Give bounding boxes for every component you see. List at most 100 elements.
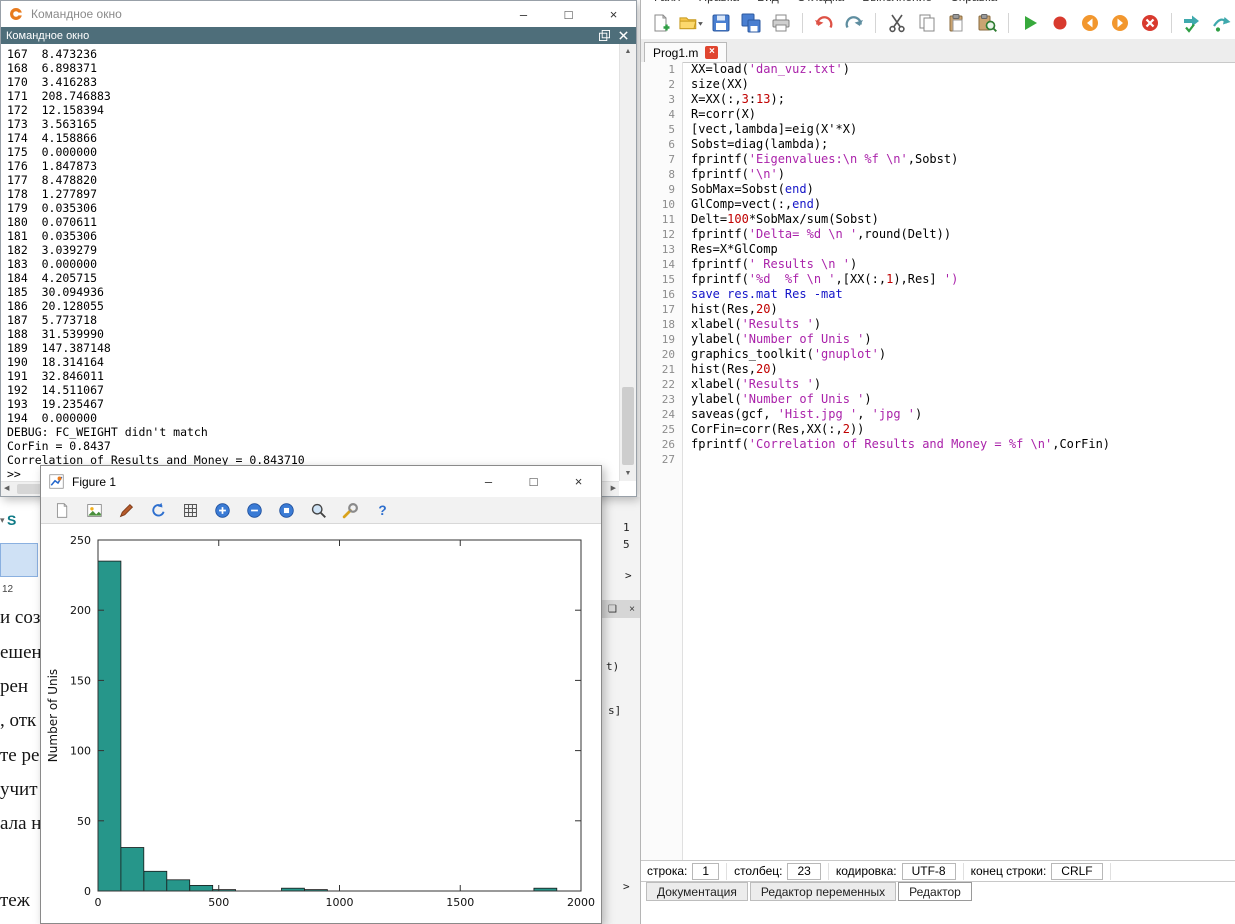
copy-icon[interactable] <box>915 11 939 35</box>
command-window-titlebar[interactable]: Командное окно – □ × <box>1 1 636 27</box>
command-window-dock-titlebar[interactable]: Командное окно <box>1 27 636 44</box>
code-line[interactable]: 8fprintf('\n') <box>641 167 1235 182</box>
minimize-button[interactable]: – <box>466 474 511 489</box>
fig-pen-icon[interactable] <box>114 498 138 522</box>
redo-icon[interactable] <box>842 11 866 35</box>
tab-prog1m[interactable]: Prog1.m × <box>644 42 727 62</box>
figure-canvas[interactable]: 0500100015002000050100150200250Number of… <box>41 524 601 923</box>
code-line[interactable]: 6Sobst=diag(lambda); <box>641 137 1235 152</box>
dropdown-caret-icon: ▾ <box>0 515 5 526</box>
tab-editor[interactable]: Редактор <box>898 882 972 901</box>
menu-file[interactable]: Файл <box>651 0 681 4</box>
save-all-icon[interactable] <box>739 11 763 35</box>
code-line[interactable]: 15fprintf('%d %f \n ',[XX(:,1),Res] ') <box>641 272 1235 287</box>
fig-image-icon[interactable] <box>82 498 106 522</box>
menu-debug[interactable]: Отладка <box>797 0 844 4</box>
tab-variable-editor[interactable]: Редактор переменных <box>750 882 896 901</box>
breakpoint-prev-icon[interactable] <box>1078 11 1102 35</box>
code-line[interactable]: 5[vect,lambda]=eig(X'*X) <box>641 122 1235 137</box>
scroll-down-icon[interactable]: ▼ <box>620 467 636 480</box>
step-in-icon[interactable] <box>1181 11 1205 35</box>
code-line[interactable]: 11Delt=100*SobMax/sum(Sobst) <box>641 212 1235 227</box>
step-over-icon[interactable] <box>1211 11 1235 35</box>
scroll-left-icon[interactable]: ◀ <box>4 482 9 496</box>
code-line[interactable]: 20graphics_toolkit('gnuplot') <box>641 347 1235 362</box>
fig-grid-icon[interactable] <box>178 498 202 522</box>
code-line[interactable]: 2size(XX) <box>641 77 1235 92</box>
print-icon[interactable] <box>769 11 793 35</box>
fig-zoom-in-icon[interactable] <box>210 498 234 522</box>
code-line[interactable]: 21hist(Res,20) <box>641 362 1235 377</box>
line-number: 27 <box>641 452 683 467</box>
menu-edit[interactable]: Правка <box>699 0 740 4</box>
fig-zoom-out-icon[interactable] <box>242 498 266 522</box>
tab-close-icon[interactable]: × <box>705 46 718 59</box>
scroll-right-icon[interactable]: ▶ <box>611 482 616 496</box>
code-line[interactable]: 9SobMax=Sobst(end) <box>641 182 1235 197</box>
code-line[interactable]: 25CorFin=corr(Res,XX(:,2)) <box>641 422 1235 437</box>
code-line[interactable]: 14fprintf(' Results \n ') <box>641 257 1235 272</box>
line-number: 19 <box>641 332 683 347</box>
output-line: 192 14.511067 <box>7 383 619 397</box>
fig-new-icon[interactable] <box>50 498 74 522</box>
scroll-up-icon[interactable]: ▲ <box>620 45 636 58</box>
code-line[interactable]: 12fprintf('Delta= %d \n ',round(Delt)) <box>641 227 1235 242</box>
code-line[interactable]: 13Res=X*GlComp <box>641 242 1235 257</box>
line-number: 4 <box>641 107 683 122</box>
fig-magnify-icon[interactable] <box>306 498 330 522</box>
menu-help[interactable]: Справка <box>950 0 997 4</box>
command-output[interactable]: 167 8.473236168 6.898371170 3.416283171 … <box>1 44 619 481</box>
background-style-letter: S <box>7 512 16 528</box>
code-line[interactable]: 4R=corr(X) <box>641 107 1235 122</box>
vertical-scrollbar[interactable]: ▲ ▼ <box>619 44 636 481</box>
code-line[interactable]: 23ylabel('Number of Unis ') <box>641 392 1235 407</box>
menu-run[interactable]: Выполнение <box>862 0 932 4</box>
breakpoint-next-icon[interactable] <box>1108 11 1132 35</box>
tab-documentation[interactable]: Документация <box>646 882 748 901</box>
maximize-button[interactable]: □ <box>511 474 556 489</box>
cut-icon[interactable] <box>885 11 909 35</box>
open-icon[interactable] <box>679 11 703 35</box>
find-icon[interactable] <box>975 11 999 35</box>
code-line[interactable]: 22xlabel('Results ') <box>641 377 1235 392</box>
code-line[interactable]: 10GlComp=vect(:,end) <box>641 197 1235 212</box>
status-label: конец строки: <box>971 864 1052 878</box>
fig-refresh-icon[interactable] <box>146 498 170 522</box>
minimize-button[interactable]: – <box>501 7 546 22</box>
save-icon[interactable] <box>709 11 733 35</box>
fig-zoom-reset-icon[interactable] <box>274 498 298 522</box>
dock-tab-bar: ДокументацияРедактор переменныхРедактор <box>641 882 972 903</box>
code-line[interactable]: 19ylabel('Number of Unis ') <box>641 332 1235 347</box>
close-button[interactable]: × <box>556 474 601 489</box>
code-line[interactable]: 3X=XX(:,3:13); <box>641 92 1235 107</box>
fig-help-icon[interactable]: ? <box>370 498 394 522</box>
status-label: столбец: <box>734 864 787 878</box>
code-line[interactable]: 16save res.mat Res -mat <box>641 287 1235 302</box>
line-number: 23 <box>641 392 683 407</box>
breakpoint-toggle-icon[interactable] <box>1048 11 1072 35</box>
code-editor[interactable]: 1XX=load('dan_vuz.txt')2size(XX)3X=XX(:,… <box>641 62 1235 860</box>
undo-icon[interactable] <box>812 11 836 35</box>
code-line[interactable]: 18xlabel('Results ') <box>641 317 1235 332</box>
code-line[interactable]: 7fprintf('Eigenvalues:\n %f \n',Sobst) <box>641 152 1235 167</box>
output-line: 167 8.473236 <box>7 47 619 61</box>
code-line[interactable]: 1XX=load('dan_vuz.txt') <box>641 62 1235 77</box>
undock-icon[interactable] <box>596 30 612 41</box>
close-button[interactable]: × <box>591 7 636 22</box>
menu-view[interactable]: Вид <box>757 0 779 4</box>
fig-config-icon[interactable] <box>338 498 362 522</box>
code-line[interactable]: 17hist(Res,20) <box>641 302 1235 317</box>
paste-icon[interactable] <box>945 11 969 35</box>
svg-text:2000: 2000 <box>567 896 595 909</box>
run-icon[interactable] <box>1018 11 1042 35</box>
code-line[interactable]: 24saveas(gcf, 'Hist.jpg ', 'jpg ') <box>641 407 1235 422</box>
scrollbar-thumb[interactable] <box>622 387 634 465</box>
new-script-icon[interactable] <box>649 11 673 35</box>
dock-close-icon[interactable] <box>615 30 631 41</box>
breakpoints-clear-icon[interactable] <box>1138 11 1162 35</box>
maximize-button[interactable]: □ <box>546 7 591 22</box>
status-eol: конец строки:CRLF <box>971 863 1111 880</box>
code-line[interactable]: 26fprintf('Correlation of Results and Mo… <box>641 437 1235 452</box>
figure-window-titlebar[interactable]: Figure 1 – □ × <box>41 466 601 497</box>
code-line[interactable]: 27 <box>641 452 1235 467</box>
